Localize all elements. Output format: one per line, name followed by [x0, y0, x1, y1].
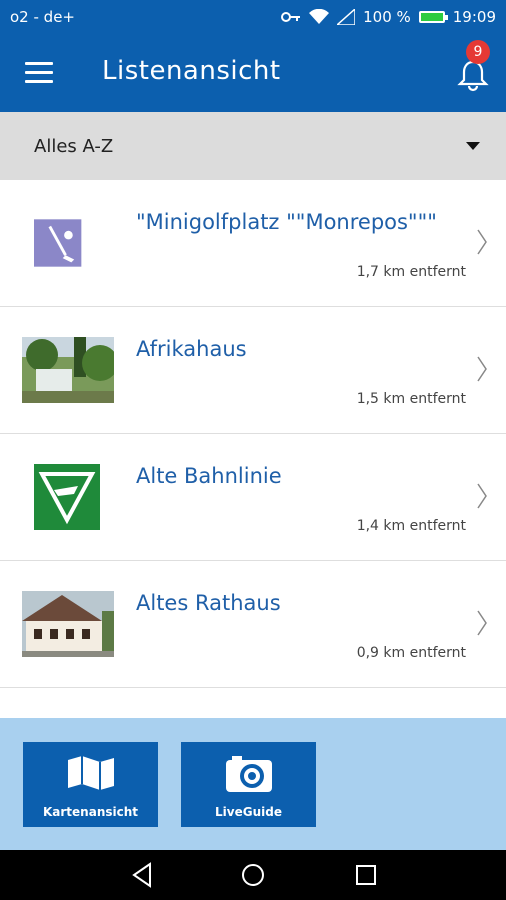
- list-item-title: Altes Rathaus: [136, 591, 281, 615]
- list-item[interactable]: Alte Bahnlinie 1,4 km entfernt: [0, 434, 506, 561]
- chevron-right-icon: [477, 229, 487, 255]
- caret-down-icon: [466, 142, 480, 150]
- notification-badge: 9: [466, 40, 490, 64]
- list-item-distance: 1,5 km entfernt: [356, 391, 466, 407]
- battery-icon: [418, 11, 448, 23]
- list-item-title: "Minigolfplatz ""Monrepos""": [136, 210, 437, 234]
- list-item[interactable]: Altes Rathaus 0,9 km entfernt: [0, 561, 506, 688]
- list-item-title: Alte Bahnlinie: [136, 464, 282, 488]
- system-nav-bar: [0, 850, 506, 900]
- list-item[interactable]: "Minigolfplatz ""Monrepos""" 1,7 km entf…: [0, 180, 506, 307]
- chevron-right-icon: [477, 356, 487, 382]
- camera-icon: [225, 756, 272, 792]
- hiking-sign-icon: [34, 464, 100, 530]
- list-item[interactable]: Afrikahaus 1,5 km entfernt: [0, 307, 506, 434]
- app-bar: Listenansicht 9: [0, 34, 506, 112]
- list-item-distance: 0,9 km entfernt: [356, 645, 466, 661]
- battery-percent: 100 %: [363, 8, 411, 26]
- map-icon: [67, 756, 114, 790]
- back-icon[interactable]: [130, 862, 154, 888]
- liveguide-button[interactable]: LiveGuide: [181, 742, 316, 827]
- bottom-toolbar: Kartenansicht LiveGuide: [0, 718, 506, 850]
- home-icon[interactable]: [240, 862, 266, 888]
- sort-dropdown[interactable]: Alles A-Z: [0, 112, 506, 180]
- menu-icon[interactable]: [25, 62, 53, 84]
- photo-house: [22, 337, 114, 403]
- golf-icon: [34, 219, 82, 267]
- key-icon: [281, 12, 301, 22]
- status-icons: 100 % 19:09: [281, 8, 496, 26]
- carrier-label: o2 - de+: [10, 8, 75, 26]
- sort-dropdown-value: Alles A-Z: [34, 136, 114, 157]
- list-item-title: Afrikahaus: [136, 337, 247, 361]
- wifi-icon: [309, 9, 330, 24]
- list-item-distance: 1,7 km entfernt: [356, 264, 466, 280]
- chevron-right-icon: [477, 483, 487, 509]
- clock: 19:09: [452, 8, 496, 26]
- map-view-label: Kartenansicht: [42, 805, 139, 819]
- signal-icon: [337, 9, 356, 25]
- chevron-right-icon: [477, 610, 487, 636]
- photo-townhall: [22, 591, 114, 657]
- liveguide-label: LiveGuide: [215, 805, 282, 819]
- poi-list: "Minigolfplatz ""Monrepos""" 1,7 km entf…: [0, 180, 506, 728]
- page-title: Listenansicht: [102, 56, 281, 86]
- list-item-distance: 1,4 km entfernt: [356, 518, 466, 534]
- recents-icon[interactable]: [354, 862, 378, 888]
- map-view-button[interactable]: Kartenansicht: [23, 742, 158, 827]
- status-bar: o2 - de+ 100 % 19:09: [0, 0, 506, 34]
